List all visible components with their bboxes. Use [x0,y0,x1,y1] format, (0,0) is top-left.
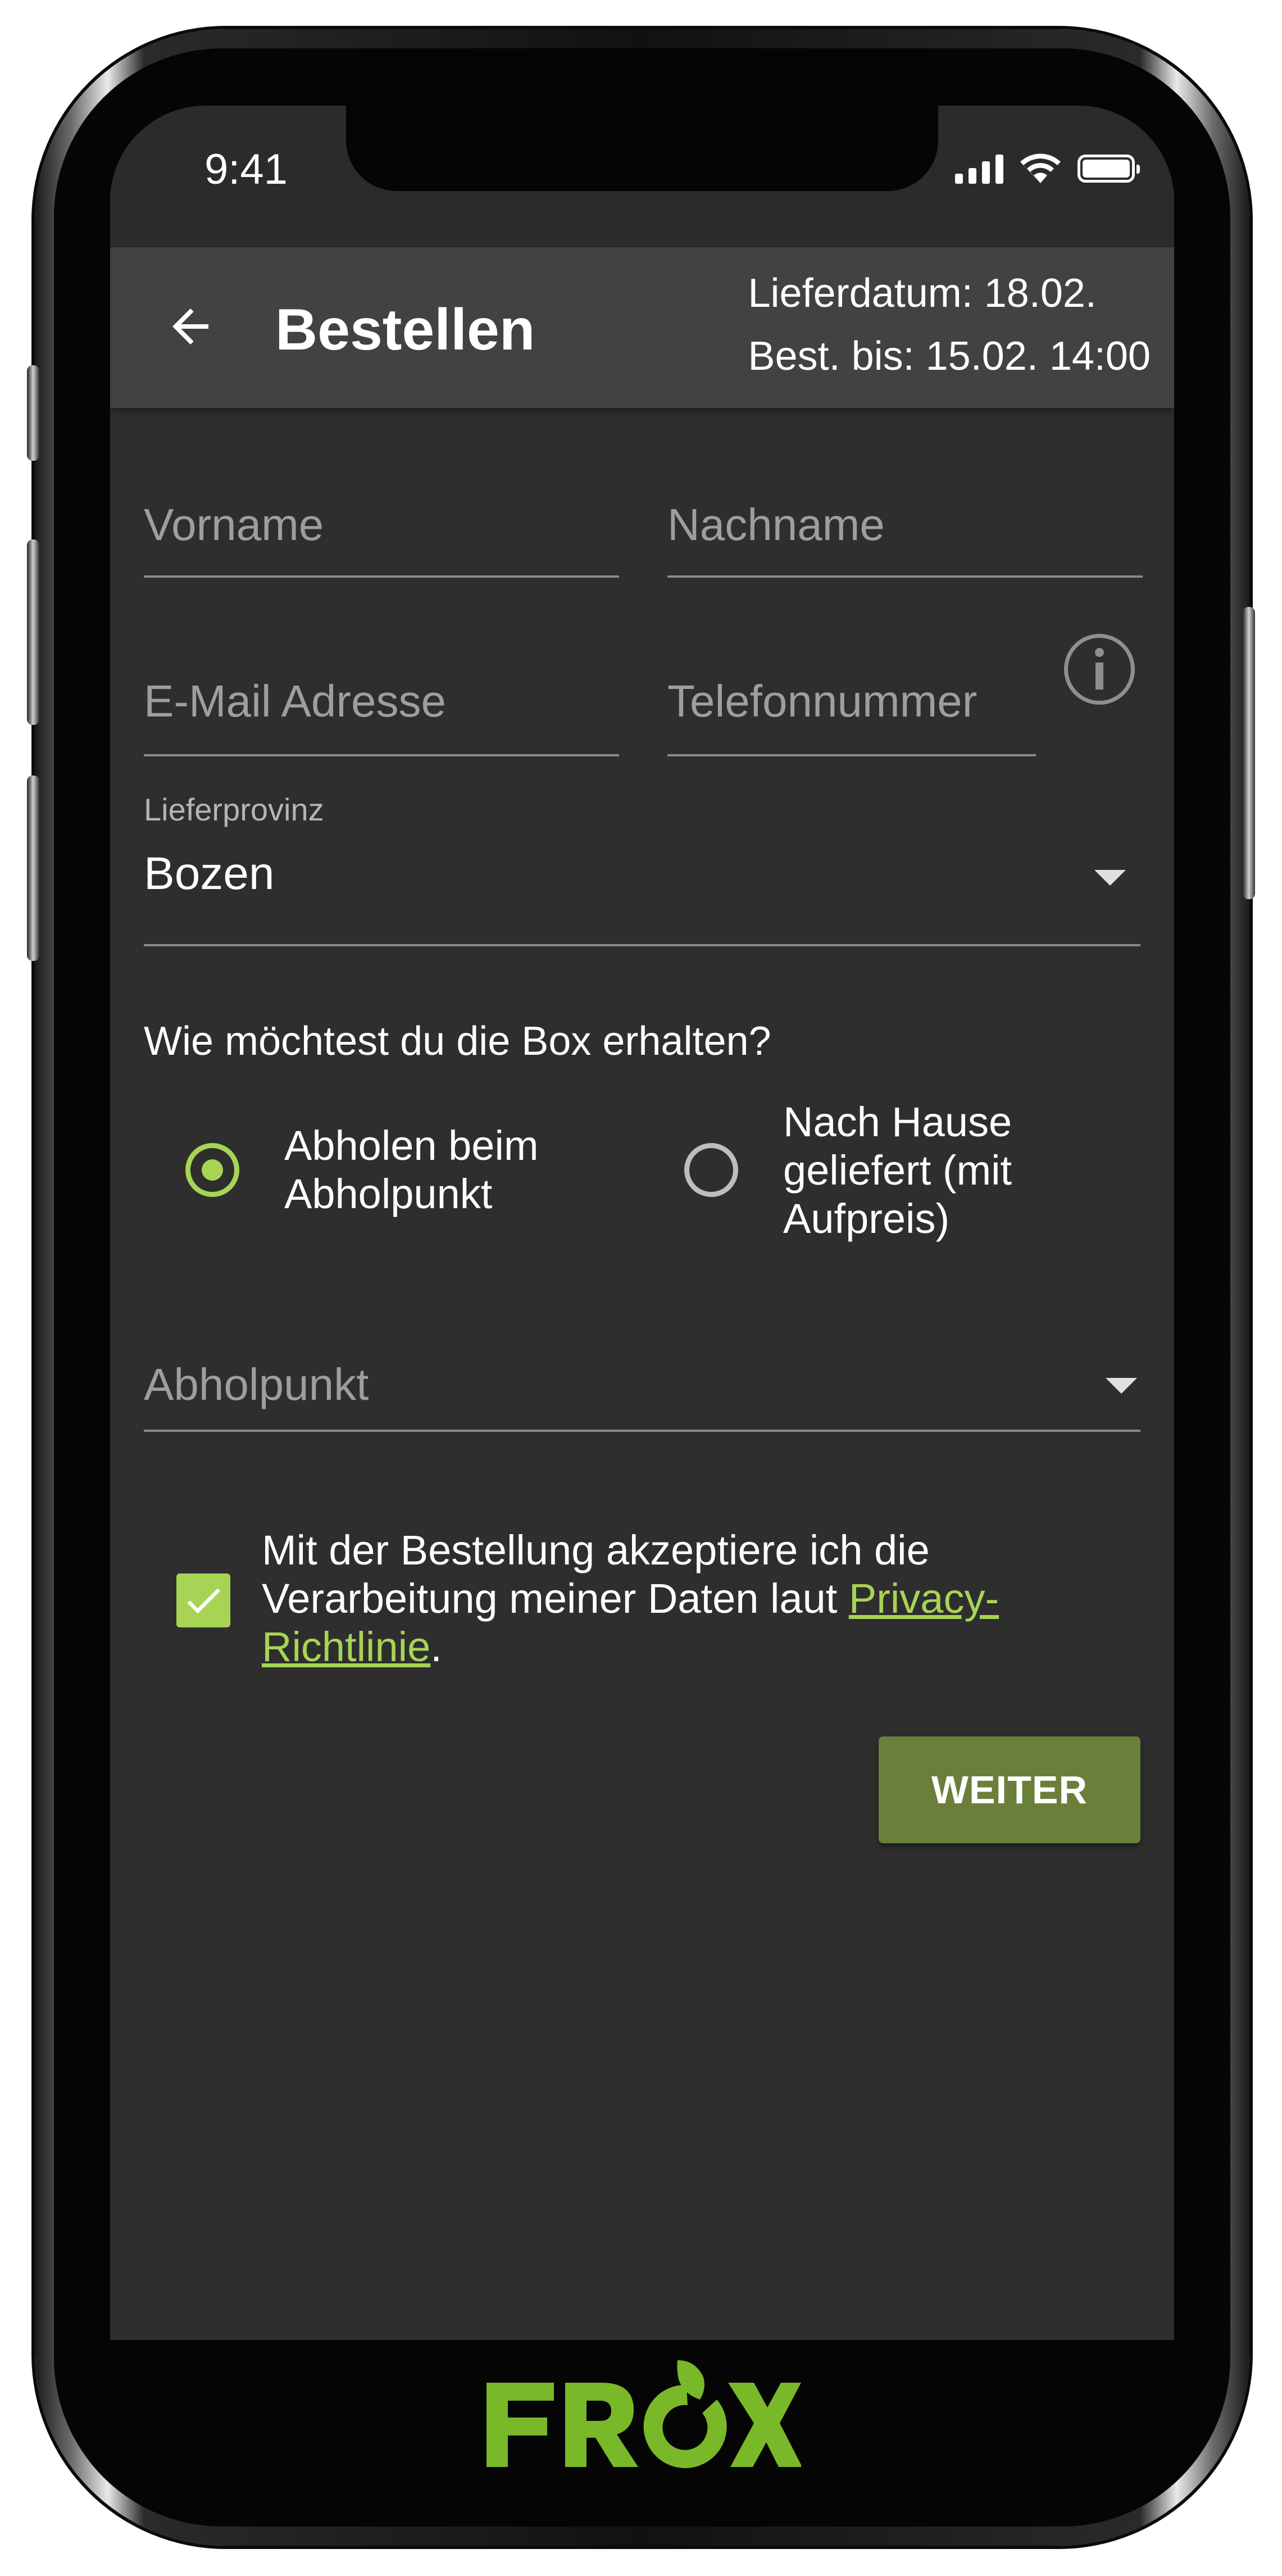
pickup-point-select[interactable]: Abholpunkt [144,1308,1140,1432]
radio-pickup-label: Abholen beim Abholpunkt [284,1122,539,1217]
delivery-question: Wie möchtest du die Box erhalten? [144,1019,771,1064]
consent-text-body: Mit der Bestellung akzeptiere ich die Ve… [262,1527,930,1622]
first-name-field[interactable]: Vorname [144,465,619,578]
last-name-placeholder: Nachname [667,500,885,550]
volume-down-button [27,775,39,961]
checkmark-icon [187,1588,220,1614]
info-icon[interactable] [1064,634,1135,705]
phone-field[interactable]: Telefonnummer [667,640,1036,756]
signal-icon [955,153,1003,184]
order-deadline: Best. bis: 15.02. 14:00 [748,334,1151,379]
radio-home-label: Nach Hause geliefert (mit Aufpreis) [783,1099,1012,1242]
email-field[interactable]: E-Mail Adresse [144,640,619,756]
province-value: Bozen [144,848,275,899]
radio-pickup[interactable] [185,1143,239,1197]
delivery-date: Lieferdatum: 18.02. [748,271,1097,316]
battery-icon [1078,155,1140,183]
wifi-icon [1020,153,1061,183]
arrow-left-icon [172,309,208,344]
consent-checkbox[interactable] [176,1573,230,1627]
page-title: Bestellen [275,297,535,362]
delivery-info: Lieferdatum: 18.02. Best. bis: 15.02. 14… [748,262,1151,388]
last-name-field[interactable]: Nachname [667,465,1143,578]
back-button[interactable] [160,296,221,357]
first-name-placeholder: Vorname [144,500,324,550]
chevron-down-icon [1106,1378,1137,1394]
consent-text: Mit der Bestellung akzeptiere ich die Ve… [262,1526,1104,1671]
province-label: Lieferprovinz [144,792,324,827]
power-button [1243,607,1255,899]
phone-placeholder: Telefonnummer [667,676,978,726]
app-bar: Bestellen Lieferdatum: 18.02. Best. bis:… [110,247,1174,408]
status-time: 9:41 [204,146,288,193]
radio-home[interactable] [684,1143,738,1197]
status-icons [955,152,1140,185]
chevron-down-icon [1094,870,1126,886]
province-select[interactable]: Lieferprovinz Bozen [144,791,1140,946]
notch [346,106,938,191]
next-button[interactable]: WEITER [879,1736,1140,1843]
volume-up-button [27,539,39,725]
consent-text-end: . [430,1623,442,1670]
frox-logo [487,2360,801,2468]
email-placeholder: E-Mail Adresse [144,676,446,726]
pickup-point-placeholder: Abholpunkt [144,1359,369,1409]
mute-switch [27,365,39,461]
info-glyph-icon [1095,648,1104,690]
screen: 9:41 Bestellen Lieferdatum: 18.02. Best.… [110,106,1174,2447]
